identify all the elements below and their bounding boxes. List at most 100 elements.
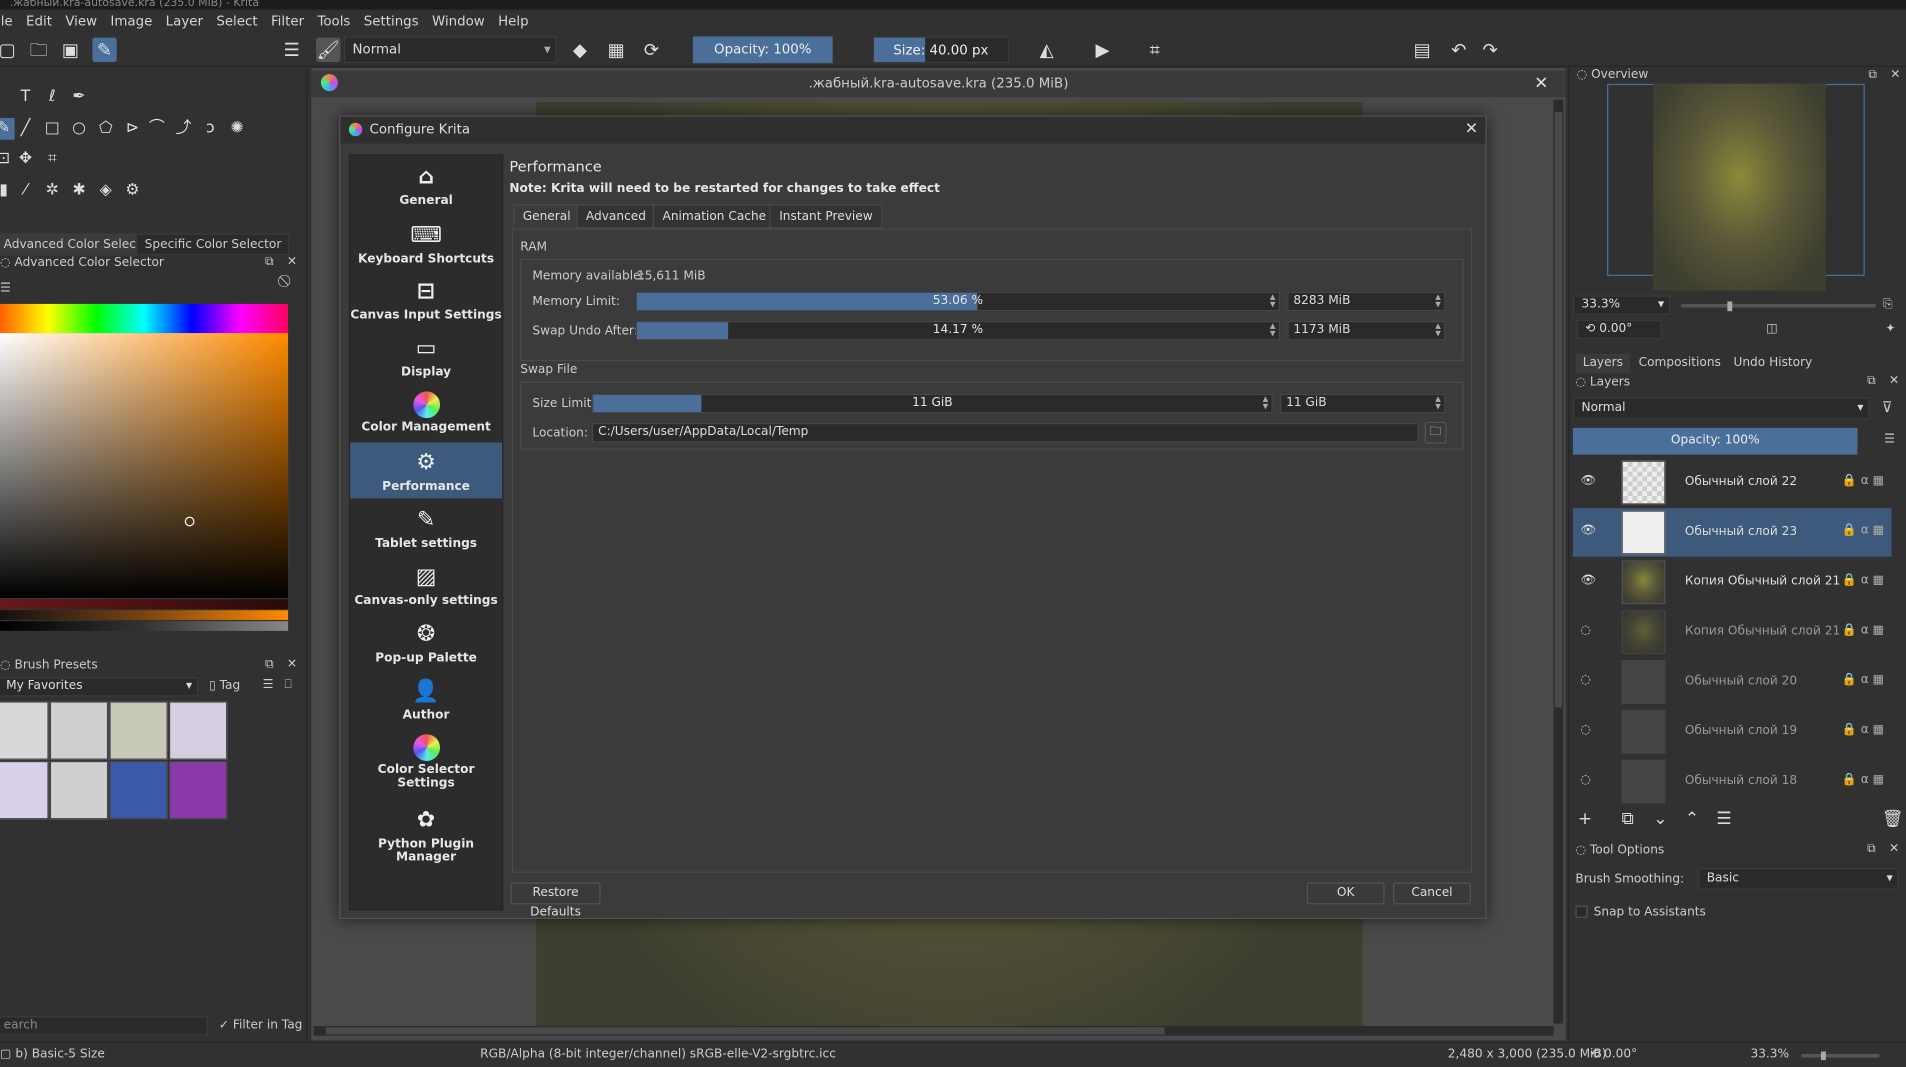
brush-editor-icon[interactable]: ✎ <box>92 37 117 62</box>
tab-instant-preview[interactable]: Instant Preview <box>769 204 883 229</box>
brush-preset-2[interactable] <box>49 701 109 760</box>
layer-lock-alpha-icons[interactable]: 🔒 α ▦ <box>1842 723 1884 736</box>
layer-row[interactable]: ◌ Обычный слой 20 🔒 α ▦ <box>1573 658 1891 707</box>
zoom-status-slider[interactable] <box>1801 1051 1880 1061</box>
layer-lock-alpha-icons[interactable]: 🔒 α ▦ <box>1842 773 1884 786</box>
preserve-alpha-icon[interactable]: ▦ <box>604 38 628 62</box>
transform-tool-icon[interactable]: ⊡ <box>0 148 15 170</box>
mirror-horizontal-icon[interactable]: ◭ <box>1034 38 1058 62</box>
nav-author[interactable]: 👤 Author <box>350 677 502 728</box>
nav-general[interactable]: ⌂ General <box>350 163 502 214</box>
horizontal-scrollbar-thumb[interactable] <box>325 1027 1165 1035</box>
nav-tablet-settings[interactable]: ✎ Tablet settings <box>350 506 502 557</box>
menu-layer[interactable]: Layer <box>166 13 203 29</box>
layer-row[interactable]: ◌ Обычный слой 18 🔒 α ▦ <box>1573 757 1891 806</box>
text-tool-icon[interactable]: T <box>15 86 37 108</box>
nav-performance[interactable]: ⚙ Performance <box>350 442 503 499</box>
brush-status[interactable]: ▢ b) Basic-5 Size <box>0 1048 105 1061</box>
menu-select[interactable]: Select <box>216 13 257 29</box>
smart-patch-tool-icon[interactable]: ✲ <box>41 180 63 202</box>
float-brush-docker-icon[interactable]: ⧉ <box>265 658 274 671</box>
brush-tag-select[interactable]: My Favorites ▾ <box>0 677 199 697</box>
delete-layer-icon[interactable]: 🗑 <box>1882 810 1904 829</box>
spin-arrows-icon[interactable]: ▲ ▼ <box>1268 294 1278 309</box>
filter-in-tag-checkbox[interactable]: ✓ Filter in Tag <box>219 1019 303 1032</box>
brush-preset-4[interactable] <box>168 701 228 760</box>
brush-smoothing-select[interactable]: Basic ▾ <box>1698 867 1899 890</box>
brush-preset-3[interactable] <box>109 701 168 760</box>
saturation-value-square[interactable] <box>0 333 289 599</box>
ok-button[interactable]: OK <box>1306 882 1385 905</box>
memory-limit-slider[interactable]: 53.06 % ▲ ▼ <box>635 291 1281 312</box>
tab-undo-history[interactable]: Undo History <box>1726 354 1819 373</box>
eraser-icon[interactable]: ◆ <box>568 38 592 62</box>
eye-hidden-icon[interactable]: ◌ <box>1580 673 1591 686</box>
zoom-slider-handle[interactable] <box>1727 301 1733 312</box>
tab-general[interactable]: General <box>512 204 581 229</box>
nav-display[interactable]: ▭ Display <box>350 334 502 385</box>
calligraphy-tool-icon[interactable]: ℓ <box>41 86 63 108</box>
menu-file[interactable]: File <box>0 13 13 29</box>
horizontal-scrollbar[interactable] <box>313 1025 1554 1036</box>
save-icon[interactable]: ▣ <box>58 38 82 62</box>
restore-defaults-button[interactable]: Restore Defaults <box>510 882 601 919</box>
size-slider[interactable]: Size: 40.00 px <box>872 36 1009 64</box>
add-layer-icon[interactable]: + <box>1578 810 1592 829</box>
view-mode-icon[interactable]: ☰ <box>263 678 274 691</box>
close-dialog-icon[interactable]: ✕ <box>1465 117 1478 144</box>
brush-search-input[interactable]: earch <box>0 1016 208 1036</box>
brush-preset-7[interactable] <box>109 760 168 820</box>
blend-mode-select[interactable]: Normal ▾ <box>344 36 557 64</box>
freehand-path-tool-icon[interactable]: ⤴ <box>173 118 195 140</box>
zoom-select[interactable]: 33.3% ▾ <box>1572 295 1671 315</box>
close-layers-icon[interactable]: ✕ <box>1889 374 1899 387</box>
spin-arrows-icon[interactable]: ▲ ▼ <box>1433 294 1443 309</box>
eye-icon[interactable]: 👁 <box>1580 574 1595 587</box>
cancel-button[interactable]: Cancel <box>1393 882 1471 905</box>
layer-lock-alpha-icons[interactable]: 🔒 α ▦ <box>1842 673 1884 686</box>
menu-settings[interactable]: Settings <box>364 13 419 29</box>
shade-strip-1[interactable] <box>0 610 289 620</box>
spin-arrows-icon[interactable]: ▲ ▼ <box>1268 323 1278 338</box>
menu-filter[interactable]: Filter <box>271 13 304 29</box>
mirror-view-icon[interactable]: ⎘ <box>1883 298 1893 311</box>
spin-arrows-icon[interactable]: ▲ ▼ <box>1433 323 1443 338</box>
undo-icon[interactable]: ↶ <box>1447 38 1471 62</box>
nav-canvas-only-settings[interactable]: ▨ Canvas-only settings <box>350 563 502 614</box>
menu-edit[interactable]: Edit <box>26 13 52 29</box>
rectangle-tool-icon[interactable]: □ <box>41 118 63 140</box>
bezier-tool-icon[interactable]: ⌒ <box>146 118 168 140</box>
filter-icon[interactable]: ⊽ <box>1882 399 1893 416</box>
crop-tool-icon[interactable]: ⌗ <box>41 148 63 170</box>
size-limit-slider[interactable]: 11 GiB ▲ ▼ <box>591 393 1273 414</box>
duplicate-layer-icon[interactable]: ⧉ <box>1622 810 1634 829</box>
shade-strip-2[interactable] <box>0 621 289 631</box>
color-cursor[interactable] <box>184 516 195 527</box>
tab-compositions[interactable]: Compositions <box>1631 354 1728 373</box>
float-docker-icon[interactable]: ⧉ <box>265 255 274 268</box>
eye-icon[interactable]: 👁 <box>1580 524 1595 537</box>
vertical-scrollbar-thumb[interactable] <box>1554 111 1563 708</box>
menu-window[interactable]: Window <box>432 13 485 29</box>
brush-preset-6[interactable] <box>49 760 109 820</box>
brush-preset-1[interactable] <box>0 701 49 760</box>
swap-undo-spinbox[interactable]: 1173 MiB ▲ ▼ <box>1287 320 1446 341</box>
layer-row[interactable]: 👁 Обычный слой 23 🔒 α ▦ <box>1572 508 1892 557</box>
ellipse-tool-icon[interactable]: ○ <box>68 118 90 140</box>
close-tool-options-icon[interactable]: ✕ <box>1889 842 1899 855</box>
zoom-slider[interactable] <box>1681 301 1876 312</box>
tab-specific-color-selector[interactable]: Specific Color Selector <box>136 233 290 256</box>
close-docker-icon[interactable]: ✕ <box>287 255 297 268</box>
fill-assist-tool-icon[interactable]: ✱ <box>68 180 90 202</box>
menu-help[interactable]: Help <box>498 13 528 29</box>
reload-preset-icon[interactable]: ⟳ <box>639 38 663 62</box>
vertical-scrollbar[interactable] <box>1553 99 1564 1024</box>
brush-preset-icon[interactable]: 🖌 <box>316 37 341 62</box>
multibrush-tool-icon[interactable]: ✺ <box>226 118 248 140</box>
spin-arrows-icon[interactable]: ▲ ▼ <box>1261 396 1271 411</box>
fill-tool-icon[interactable]: ◈ <box>95 180 117 202</box>
close-document-icon[interactable]: ✕ <box>1534 74 1548 93</box>
layer-lock-alpha-icons[interactable]: 🔒 α ▦ <box>1842 574 1884 587</box>
layer-blend-mode-select[interactable]: Normal ▾ <box>1572 397 1870 420</box>
open-folder-icon[interactable]: 🗀 <box>27 38 51 62</box>
